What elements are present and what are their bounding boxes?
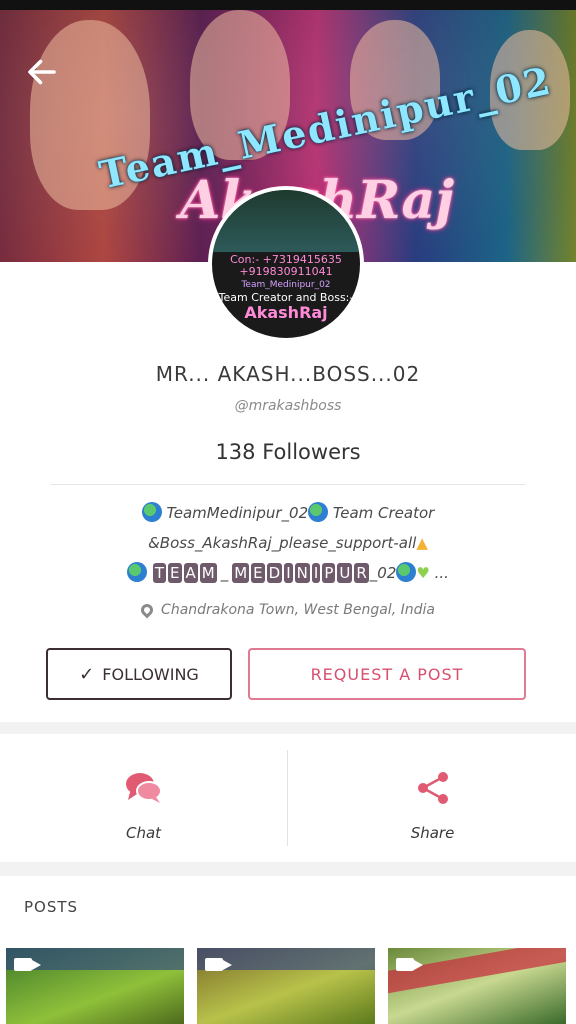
boxed-letter: E [251, 563, 265, 583]
share-button[interactable]: Share [289, 734, 576, 862]
boxed-letter: M [199, 563, 217, 583]
post-thumbnail[interactable] [6, 948, 184, 1024]
video-camera-icon [396, 958, 423, 971]
posts-title: POSTS [24, 898, 79, 916]
avatar-photo [212, 190, 360, 252]
avatar-text: +919830911041 [239, 265, 333, 278]
divider [50, 484, 526, 485]
avatar-text: Team_Medinipur_02 [241, 280, 331, 290]
bio-more[interactable]: ... [435, 564, 449, 582]
globe-icon [396, 562, 417, 582]
following-button[interactable]: ✓ FOLLOWING [46, 648, 232, 700]
video-camera-icon [205, 958, 232, 971]
boxed-letter: I [284, 563, 293, 583]
boxed-letter: _ [220, 564, 229, 582]
avatar-text: AkashRaj [244, 303, 328, 322]
following-label: FOLLOWING [102, 664, 199, 684]
profile-bio: TeamMedinipur_02 Team Creator &Boss_Akas… [60, 498, 516, 588]
share-label: Share [410, 824, 455, 842]
check-icon: ✓ [79, 663, 95, 685]
request-post-button[interactable]: REQUEST A POST [248, 648, 526, 700]
globe-icon [127, 562, 148, 582]
action-bar: Chat Share [0, 734, 576, 862]
divider [287, 750, 288, 846]
green-heart-icon: ♥ [416, 564, 430, 582]
chat-icon [125, 773, 162, 803]
boxed-letter: U [337, 563, 353, 583]
globe-icon [308, 502, 329, 522]
boxed-letter: E [168, 563, 182, 583]
post-thumbnail[interactable] [388, 948, 566, 1024]
boxed-letter: A [183, 563, 198, 583]
location: Chandrakona Town, West Bengal, India [0, 601, 576, 619]
chat-button[interactable]: Chat [0, 734, 287, 862]
post-caption-band [388, 948, 566, 995]
status-bar [0, 0, 576, 10]
boxed-team-text: T E A M _ M E D I N I P U R [152, 563, 370, 583]
request-post-label: REQUEST A POST [310, 664, 464, 684]
boxed-letter: D [266, 563, 283, 583]
boxed-letter: P [322, 563, 336, 583]
boxed-letter: I [311, 563, 321, 583]
folded-hands-icon: ▲ [416, 534, 428, 552]
profile-name: MR... AKASH...BOSS...02 [155, 362, 421, 386]
posts-section: POSTS [0, 876, 576, 1024]
back-arrow-icon[interactable] [24, 54, 60, 90]
bio-line-3: T E A M _ M E D I N I P U R _02 ♥ ... [60, 558, 516, 588]
bio-line-1: TeamMedinipur_02 Team Creator [60, 498, 516, 528]
profile-handle: @mrakashboss [234, 398, 342, 414]
boxed-letter: R [354, 563, 369, 583]
location-text: Chandrakona Town, West Bengal, India [161, 602, 435, 618]
share-icon [417, 772, 448, 804]
location-pin-icon [138, 601, 156, 619]
chat-label: Chat [125, 824, 162, 842]
bio-text: &Boss_AkashRaj_please_support-all [148, 534, 417, 552]
bio-text: TeamMedinipur_02 [166, 504, 309, 522]
avatar[interactable]: Con:- +7319415635 +919830911041 Team_Med… [208, 186, 364, 342]
bio-text: _02 [369, 564, 397, 582]
globe-icon [141, 502, 162, 522]
bio-line-2: &Boss_AkashRaj_please_support-all▲ [60, 528, 516, 558]
post-thumbnail[interactable] [197, 948, 375, 1024]
video-camera-icon [14, 958, 41, 971]
bio-text: Team Creator [332, 504, 435, 522]
boxed-letter: T [152, 563, 167, 583]
followers-count[interactable]: 138 Followers [0, 440, 576, 464]
boxed-letter: N [294, 563, 310, 583]
boxed-letter: M [232, 563, 250, 583]
